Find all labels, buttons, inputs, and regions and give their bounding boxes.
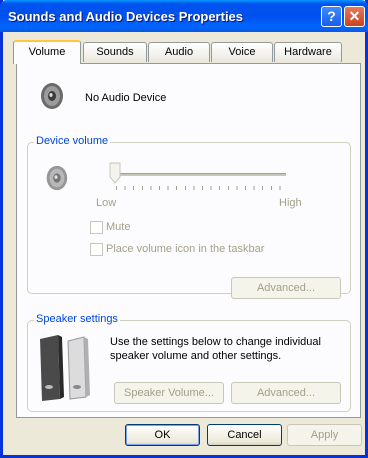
device-name: No Audio Device <box>85 92 167 104</box>
volume-tab-panel: No Audio Device Device volume Low High M… <box>16 63 361 418</box>
tab-hardware[interactable]: Hardware <box>274 42 342 62</box>
device-volume-label: Device volume <box>34 135 111 147</box>
help-button[interactable]: ? <box>321 6 342 27</box>
mute-label: Mute <box>106 221 131 233</box>
low-label: Low <box>96 197 117 209</box>
speaker-settings-label: Speaker settings <box>34 313 120 325</box>
speakers-icon <box>40 335 90 401</box>
speaker-settings-group: Speaker settings Use the settings below … <box>27 313 351 412</box>
apply-button[interactable]: Apply <box>287 424 362 446</box>
high-label: High <box>279 197 302 209</box>
close-button[interactable]: ✕ <box>344 6 365 27</box>
tab-audio[interactable]: Audio <box>148 42 210 62</box>
device-volume-group: Device volume Low High Mute Place volume… <box>27 135 351 299</box>
speaker-settings-description: Use the settings below to change individ… <box>110 336 321 362</box>
mute-checkbox[interactable] <box>90 221 103 234</box>
tab-voice[interactable]: Voice <box>211 42 273 62</box>
title-bar[interactable]: Sounds and Audio Devices Properties ? ✕ <box>0 0 368 32</box>
window-title: Sounds and Audio Devices Properties <box>8 9 244 24</box>
device-advanced-button[interactable]: Advanced... <box>231 277 341 299</box>
tab-strip: Volume Sounds Audio Voice Hardware <box>3 40 368 64</box>
volume-slider-track[interactable] <box>110 173 286 176</box>
volume-slider-ticks <box>116 186 288 190</box>
taskbar-icon-checkbox[interactable] <box>90 243 103 256</box>
tab-volume[interactable]: Volume <box>13 40 81 64</box>
speaker-volume-button[interactable]: Speaker Volume... <box>114 382 224 404</box>
tab-sounds[interactable]: Sounds <box>83 42 147 62</box>
dialog-window: Sounds and Audio Devices Properties ? ✕ … <box>0 0 368 458</box>
ok-button[interactable]: OK <box>125 424 200 446</box>
volume-slider-thumb[interactable] <box>109 162 121 184</box>
taskbar-icon-label: Place volume icon in the taskbar <box>106 243 265 255</box>
speaker-icon <box>46 165 68 191</box>
speaker-icon <box>41 83 63 109</box>
speaker-advanced-button[interactable]: Advanced... <box>231 382 341 404</box>
cancel-button[interactable]: Cancel <box>207 424 282 446</box>
